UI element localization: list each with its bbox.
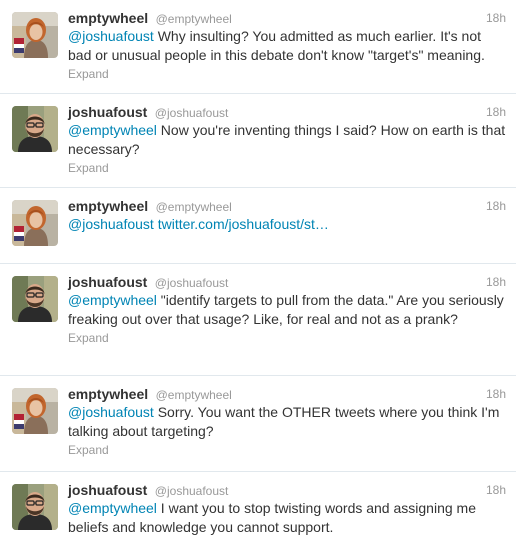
emptywheel-avatar-icon	[12, 200, 58, 246]
tweet-text: @emptywheel "identify targets to pull fr…	[68, 291, 506, 329]
tweet-item[interactable]: emptywheel @emptywheel 18h @joshuafoust …	[0, 188, 516, 264]
joshuafoust-avatar-icon	[12, 484, 58, 530]
tweet-mention-link[interactable]: @emptywheel	[68, 292, 157, 308]
tweet-text: @emptywheel Now you're inventing things …	[68, 121, 506, 159]
tweet-text: @joshuafoust twitter.com/joshuafoust/st…	[68, 215, 506, 234]
tweet-item[interactable]: joshuafoust @joshuafoust 18h @emptywheel…	[0, 472, 516, 544]
avatar[interactable]	[12, 12, 58, 58]
expand-link[interactable]: Expand	[68, 330, 506, 346]
tweet-timestamp[interactable]: 18h	[486, 273, 506, 291]
tweet-author-handle[interactable]: @joshuafoust	[155, 106, 229, 120]
avatar[interactable]	[12, 484, 58, 530]
tweet-timeline: emptywheel @emptywheel 18h @joshuafoust …	[0, 0, 516, 544]
tweet-text: @emptywheel I want you to stop twisting …	[68, 499, 506, 537]
tweet-author-name[interactable]: emptywheel	[68, 198, 148, 214]
emptywheel-avatar-icon	[12, 388, 58, 434]
tweet-url-link[interactable]: twitter.com/joshuafoust/st…	[154, 216, 329, 232]
tweet-mention-link[interactable]: @emptywheel	[68, 500, 157, 516]
tweet-timestamp[interactable]: 18h	[486, 481, 506, 499]
tweet-text: @joshuafoust Why insulting? You admitted…	[68, 27, 506, 65]
tweet-timestamp[interactable]: 18h	[486, 385, 506, 403]
tweet-item[interactable]: emptywheel @emptywheel 18h @joshuafoust …	[0, 0, 516, 94]
joshuafoust-avatar-icon	[12, 106, 58, 152]
tweet-mention-link[interactable]: @emptywheel	[68, 122, 157, 138]
tweet-author-handle[interactable]: @joshuafoust	[155, 484, 229, 498]
tweet-item[interactable]: joshuafoust @joshuafoust 18h @emptywheel…	[0, 264, 516, 376]
avatar[interactable]	[12, 388, 58, 434]
tweet-mention-link[interactable]: @joshuafoust	[68, 404, 154, 420]
tweet-author-handle[interactable]: @emptywheel	[156, 200, 232, 214]
joshuafoust-avatar-icon	[12, 276, 58, 322]
expand-link[interactable]: Expand	[68, 442, 506, 458]
avatar[interactable]	[12, 276, 58, 322]
tweet-author-name[interactable]: joshuafoust	[68, 104, 147, 120]
tweet-timestamp[interactable]: 18h	[486, 9, 506, 27]
avatar[interactable]	[12, 106, 58, 152]
tweet-author-handle[interactable]: @emptywheel	[156, 12, 232, 26]
emptywheel-avatar-icon	[12, 12, 58, 58]
tweet-author-handle[interactable]: @emptywheel	[156, 388, 232, 402]
tweet-item[interactable]: emptywheel @emptywheel 18h @joshuafoust …	[0, 376, 516, 472]
tweet-item[interactable]: joshuafoust @joshuafoust 18h @emptywheel…	[0, 94, 516, 188]
tweet-author-name[interactable]: emptywheel	[68, 10, 148, 26]
tweet-timestamp[interactable]: 18h	[486, 103, 506, 121]
expand-link[interactable]: Expand	[68, 160, 506, 176]
tweet-author-name[interactable]: joshuafoust	[68, 482, 147, 498]
tweet-mention-link[interactable]: @joshuafoust	[68, 216, 154, 232]
tweet-text: @joshuafoust Sorry. You want the OTHER t…	[68, 403, 506, 441]
tweet-timestamp[interactable]: 18h	[486, 197, 506, 215]
tweet-author-name[interactable]: joshuafoust	[68, 274, 147, 290]
tweet-mention-link[interactable]: @joshuafoust	[68, 28, 154, 44]
expand-link[interactable]: Expand	[68, 66, 506, 82]
avatar[interactable]	[12, 200, 58, 246]
tweet-author-name[interactable]: emptywheel	[68, 386, 148, 402]
tweet-author-handle[interactable]: @joshuafoust	[155, 276, 229, 290]
